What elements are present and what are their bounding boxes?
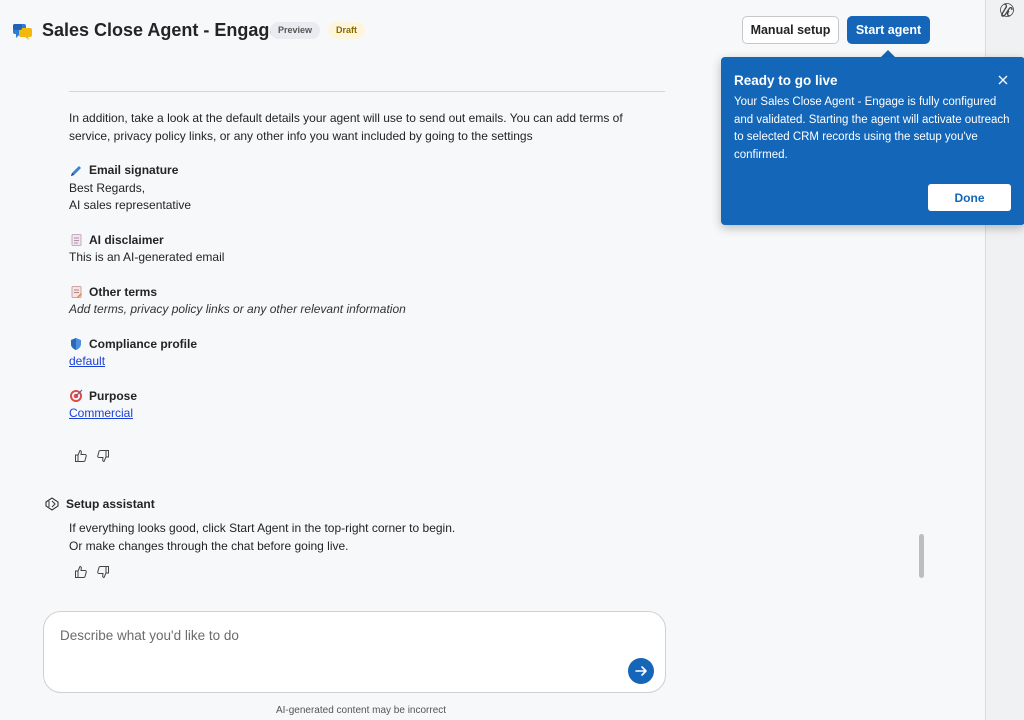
other-terms-placeholder: Add terms, privacy policy links or any o… xyxy=(69,302,406,316)
feedback-row xyxy=(74,565,110,579)
scrollbar-thumb[interactable] xyxy=(919,534,924,578)
copilot-icon[interactable] xyxy=(999,2,1015,18)
section-title-purpose: Purpose xyxy=(89,388,138,403)
section-title-ai-disclaimer: AI disclaimer xyxy=(89,232,164,247)
purpose-link[interactable]: Commercial xyxy=(69,406,133,420)
message-content: In addition, take a look at the default … xyxy=(69,110,649,440)
assistant-line-1: If everything looks good, click Start Ag… xyxy=(69,521,456,535)
content-divider xyxy=(69,91,665,92)
assistant-message: If everything looks good, click Start Ag… xyxy=(69,519,455,555)
pen-icon xyxy=(71,165,81,176)
intro-text: In addition, take a look at the default … xyxy=(69,111,623,143)
send-button[interactable] xyxy=(628,658,654,684)
compliance-profile-section: Compliance profile default xyxy=(69,336,649,371)
section-title-compliance-profile: Compliance profile xyxy=(89,336,198,351)
popover-title: Ready to go live xyxy=(734,73,838,88)
thumbs-down-icon[interactable] xyxy=(96,565,110,579)
signature-line-1: Best Regards, xyxy=(69,180,146,195)
assistant-name: Setup assistant xyxy=(66,497,155,511)
thumbs-up-icon[interactable] xyxy=(74,565,88,579)
ai-disclaimer-footer: AI-generated content may be incorrect xyxy=(275,705,447,716)
popover-body: Your Sales Close Agent - Engage is fully… xyxy=(734,96,1010,161)
manual-setup-button[interactable]: Manual setup xyxy=(742,16,839,44)
page-title: Sales Close Agent - Engage xyxy=(42,20,280,40)
chat-bubbles-icon xyxy=(13,24,32,40)
ready-to-go-live-popover: Ready to go live Your Sales Close Agent … xyxy=(721,57,1024,225)
app-header: Sales Close Agent - Engage Preview Draft… xyxy=(0,0,985,62)
document-icon xyxy=(71,234,82,247)
assistant-header: Setup assistant xyxy=(44,496,155,512)
shield-icon xyxy=(71,338,81,351)
assistant-line-2: Or make changes through the chat before … xyxy=(69,539,349,553)
start-agent-button[interactable]: Start agent xyxy=(847,16,930,44)
preview-badge: Preview xyxy=(270,22,321,39)
arrow-right-icon xyxy=(635,666,647,676)
signature-line-2: AI sales representative xyxy=(69,198,192,212)
feedback-row xyxy=(74,449,110,463)
section-title-email-signature: Email signature xyxy=(89,163,179,177)
other-terms-section: Other terms Add terms, privacy policy li… xyxy=(69,284,649,319)
assistant-icon xyxy=(45,497,59,511)
thumbs-down-icon[interactable] xyxy=(96,449,110,463)
target-icon xyxy=(70,389,83,403)
draft-badge: Draft xyxy=(328,22,366,39)
chat-composer xyxy=(43,611,666,693)
ai-disclaimer-text: This is an AI-generated email xyxy=(69,250,225,264)
compliance-profile-link[interactable]: default xyxy=(69,354,105,368)
thumbs-up-icon[interactable] xyxy=(74,449,88,463)
chat-input[interactable] xyxy=(60,628,620,668)
section-title-other-terms: Other terms xyxy=(89,284,158,299)
notepad-icon xyxy=(71,286,82,299)
ai-disclaimer-section: AI disclaimer This is an AI-generated em… xyxy=(69,232,649,267)
done-button[interactable]: Done xyxy=(928,184,1011,211)
email-signature-section: Email signature Best Regards, AI sales r… xyxy=(69,162,649,215)
close-icon[interactable] xyxy=(997,74,1009,86)
purpose-section: Purpose Commercial xyxy=(69,388,649,423)
